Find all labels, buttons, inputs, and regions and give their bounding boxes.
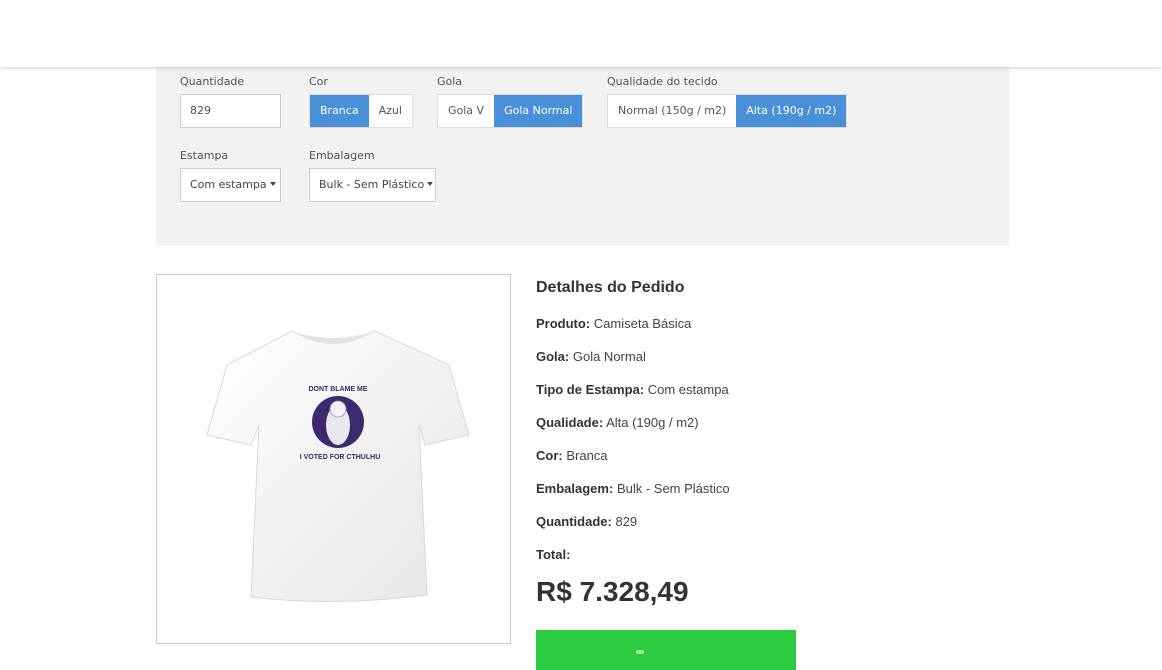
detail-label: Gola: (536, 349, 570, 364)
print-figure-head (329, 400, 347, 418)
color-options: Branca Azul (309, 94, 413, 128)
detail-row-quality: Qualidade: Alta (190g / m2) (536, 415, 699, 430)
order-total-value: R$ 7.328,49 (536, 576, 689, 607)
packaging-dropdown-value: Bulk - Sem Plástico (319, 178, 425, 191)
quality-options: Normal (150g / m2) Alta (190g / m2) (607, 94, 848, 128)
quality-option-alta[interactable]: Alta (190g / m2) (736, 95, 847, 127)
caret-down-icon (269, 182, 276, 186)
detail-value: Alta (190g / m2) (606, 415, 699, 430)
detail-value: Branca (566, 448, 608, 463)
detail-label: Cor: (536, 448, 563, 463)
detail-row-product: Produto: Camiseta Básica (536, 316, 691, 331)
detail-label: Tipo de Estampa: (536, 382, 645, 397)
detail-value: Gola Normal (572, 349, 646, 364)
collar-label: Gola (437, 75, 463, 88)
detail-label: Total: (536, 547, 571, 562)
detail-value: Com estampa (647, 382, 729, 397)
buy-button[interactable] (536, 630, 796, 670)
detail-value: Bulk - Sem Plástico (616, 481, 730, 496)
packaging-dropdown[interactable]: Bulk - Sem Plástico (309, 168, 436, 202)
print-top-text: DONT BLAME ME (308, 386, 367, 393)
order-details-title: Detalhes do Pedido (536, 279, 685, 296)
quantity-label: Quantidade (180, 75, 245, 88)
packaging-label: Embalagem (309, 149, 375, 162)
detail-label: Produto: (536, 316, 591, 331)
print-bottom-text: I VOTED FOR CTHULHU (300, 454, 381, 461)
detail-label: Qualidade: (536, 415, 604, 430)
detail-row-total: Total: (536, 547, 570, 562)
product-image-frame: DONT BLAME ME I VOTED FOR CTHULHU (156, 274, 511, 644)
quality-option-normal[interactable]: Normal (150g / m2) (608, 95, 736, 127)
button-icon (636, 650, 644, 654)
detail-value: Camiseta Básica (593, 316, 692, 331)
detail-row-quantity: Quantidade: 829 (536, 514, 637, 529)
detail-row-packaging: Embalagem: Bulk - Sem Plástico (536, 481, 730, 496)
color-label: Cor (309, 75, 328, 88)
detail-value: 829 (615, 514, 638, 529)
color-option-azul[interactable]: Azul (369, 95, 412, 127)
print-dropdown-value: Com estampa (190, 178, 267, 191)
quality-label: Qualidade do tecido (607, 75, 718, 88)
detail-label: Embalagem: (536, 481, 614, 496)
top-navbar (0, 0, 1162, 67)
collar-option-gola-v[interactable]: Gola V (438, 95, 494, 127)
tshirt-body (206, 330, 470, 603)
detail-label: Quantidade: (536, 514, 612, 529)
quantity-input[interactable]: 829 (180, 94, 281, 128)
print-dropdown[interactable]: Com estampa (180, 168, 281, 202)
collar-options: Gola V Gola Normal (437, 94, 584, 128)
tshirt-image: DONT BLAME ME I VOTED FOR CTHULHU (206, 330, 470, 603)
caret-down-icon (427, 182, 434, 186)
detail-row-color: Cor: Branca (536, 448, 608, 463)
print-label: Estampa (180, 149, 229, 162)
color-option-branca[interactable]: Branca (310, 95, 369, 127)
detail-row-print-type: Tipo de Estampa: Com estampa (536, 382, 729, 397)
collar-option-gola-normal[interactable]: Gola Normal (494, 95, 583, 127)
detail-row-collar: Gola: Gola Normal (536, 349, 646, 364)
